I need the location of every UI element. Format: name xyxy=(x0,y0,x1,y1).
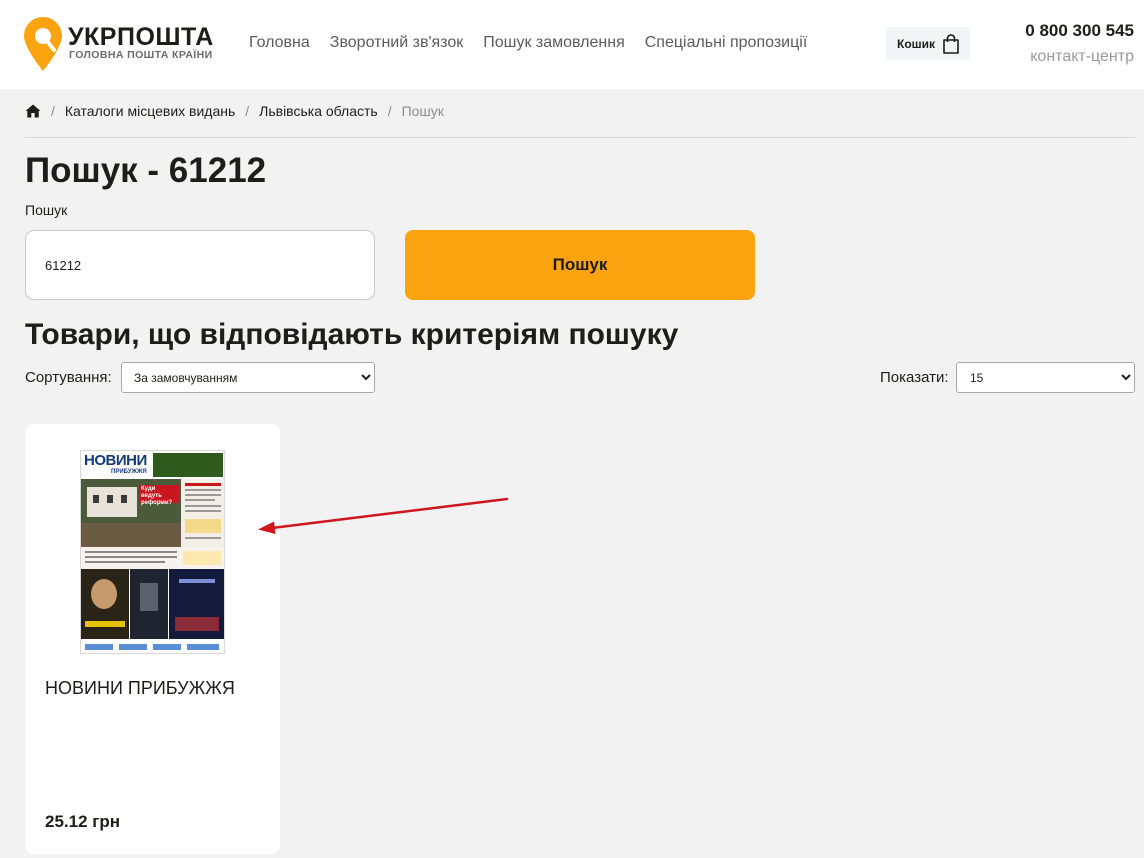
product-image[interactable]: НОВИНИ ПРИБУЖЖЯ Куди ведуть реформи? xyxy=(80,450,225,654)
nav-order-search[interactable]: Пошук замовлення xyxy=(483,33,625,53)
results-heading: Товари, що відповідають критеріям пошуку xyxy=(25,318,679,351)
cart-label: Кошик xyxy=(897,36,936,51)
cover-photo-3 xyxy=(169,569,224,639)
product-title[interactable]: НОВИНИ ПРИБУЖЖЯ xyxy=(45,677,235,699)
cover-headline: Куди ведуть реформи? xyxy=(141,486,173,506)
divider xyxy=(25,137,1135,138)
cover-text-block xyxy=(81,547,224,569)
breadcrumb-separator: / xyxy=(51,103,55,119)
search-label: Пошук xyxy=(25,202,68,218)
search-input[interactable] xyxy=(25,230,375,300)
cover-masthead: НОВИНИ xyxy=(84,452,147,469)
home-icon[interactable] xyxy=(25,104,41,118)
main-nav: Головна Зворотний зв'язок Пошук замовлен… xyxy=(249,33,807,53)
logo-pin-icon xyxy=(24,17,62,71)
site-header: УКРПОШТА ГОЛОВНА ПОШТА КРАЇНИ Головна Зв… xyxy=(0,0,1144,89)
breadcrumb-current: Пошук xyxy=(401,103,444,119)
shopping-bag-icon xyxy=(943,33,959,54)
breadcrumb-catalogs[interactable]: Каталоги місцевих видань xyxy=(65,102,235,120)
nav-home[interactable]: Головна xyxy=(249,33,310,53)
annotation-arrow xyxy=(258,497,509,534)
product-card[interactable]: НОВИНИ ПРИБУЖЖЯ Куди ведуть реформи? НОВ… xyxy=(25,424,280,854)
cart-button[interactable]: Кошик xyxy=(886,27,970,60)
sort-select[interactable]: За замовчуванням xyxy=(121,362,375,393)
sort-label: Сортування: xyxy=(25,369,112,386)
cover-headline-box: Куди ведуть реформи? xyxy=(139,485,179,506)
nav-feedback[interactable]: Зворотний зв'язок xyxy=(330,33,463,53)
page-title: Пошук - 61212 xyxy=(25,151,267,190)
cover-masthead-area: НОВИНИ ПРИБУЖЖЯ xyxy=(81,451,224,479)
contact-center-label: контакт-центр xyxy=(1030,48,1134,65)
breadcrumb-separator: / xyxy=(387,103,392,119)
logo[interactable]: УКРПОШТА ГОЛОВНА ПОШТА КРАЇНИ xyxy=(24,17,224,71)
cover-masthead-sub: ПРИБУЖЖЯ xyxy=(111,469,147,475)
breadcrumb-separator: / xyxy=(245,103,250,119)
cover-photo-1 xyxy=(81,569,129,639)
logo-subtitle: ГОЛОВНА ПОШТА КРАЇНИ xyxy=(69,49,213,61)
breadcrumb: / Каталоги місцевих видань / Львівська о… xyxy=(25,102,444,120)
show-label: Показати: xyxy=(880,369,949,386)
cover-side-column xyxy=(181,479,224,547)
cover-footer xyxy=(81,639,224,653)
nav-special-offers[interactable]: Спеціальні пропозиції xyxy=(645,33,808,53)
cover-top-banner xyxy=(153,453,223,477)
search-button[interactable]: Пошук xyxy=(405,230,755,300)
phone-number[interactable]: 0 800 300 545 xyxy=(1025,21,1134,41)
product-price: 25.12 грн xyxy=(45,812,120,831)
cover-main-photo: Куди ведуть реформи? xyxy=(81,479,181,547)
breadcrumb-lviv-region[interactable]: Львівська область xyxy=(259,102,378,120)
logo-title: УКРПОШТА xyxy=(68,23,214,51)
cover-photo-2 xyxy=(130,569,168,639)
contact-center: 0 800 300 545 контакт-центр xyxy=(1025,21,1134,68)
show-count-select[interactable]: 15 xyxy=(956,362,1135,393)
